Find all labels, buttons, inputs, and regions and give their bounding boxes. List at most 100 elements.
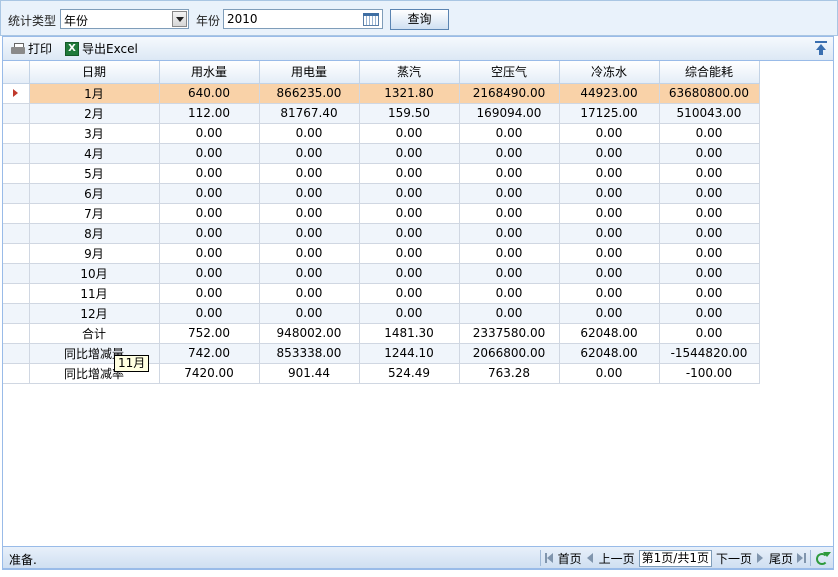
value-cell[interactable]: 0.00: [459, 223, 560, 244]
row-header[interactable]: [3, 183, 30, 204]
value-cell[interactable]: 0.00: [159, 283, 260, 304]
row-label-cell[interactable]: 10月: [29, 263, 160, 284]
value-cell[interactable]: 0.00: [559, 243, 660, 264]
value-cell[interactable]: 2168490.00: [459, 83, 560, 104]
first-page-link[interactable]: 首页: [558, 550, 582, 567]
value-cell[interactable]: 0.00: [359, 303, 460, 324]
value-cell[interactable]: 0.00: [159, 223, 260, 244]
value-cell[interactable]: 159.50: [359, 103, 460, 124]
value-cell[interactable]: 0.00: [559, 303, 660, 324]
value-cell[interactable]: 0.00: [459, 303, 560, 324]
value-cell[interactable]: 7420.00: [159, 363, 260, 384]
value-cell[interactable]: 0.00: [559, 183, 660, 204]
value-cell[interactable]: 0.00: [259, 263, 360, 284]
prev-page-icon[interactable]: [586, 553, 595, 563]
first-page-icon[interactable]: [544, 553, 554, 563]
value-cell[interactable]: 2337580.00: [459, 323, 560, 344]
row-header[interactable]: [3, 83, 30, 104]
prev-page-link[interactable]: 上一页: [599, 550, 635, 567]
value-cell[interactable]: 62048.00: [559, 323, 660, 344]
value-cell[interactable]: 0.00: [659, 163, 760, 184]
value-cell[interactable]: 1481.30: [359, 323, 460, 344]
row-header[interactable]: [3, 103, 30, 124]
value-cell[interactable]: 17125.00: [559, 103, 660, 124]
value-cell[interactable]: 0.00: [359, 223, 460, 244]
value-cell[interactable]: 0.00: [559, 263, 660, 284]
value-cell[interactable]: 0.00: [559, 163, 660, 184]
value-cell[interactable]: 44923.00: [559, 83, 660, 104]
value-cell[interactable]: 0.00: [659, 303, 760, 324]
row-label-cell[interactable]: 2月: [29, 103, 160, 124]
row-header[interactable]: [3, 303, 30, 324]
value-cell[interactable]: 0.00: [359, 123, 460, 144]
value-cell[interactable]: 763.28: [459, 363, 560, 384]
value-cell[interactable]: 0.00: [259, 303, 360, 324]
row-header[interactable]: [3, 323, 30, 344]
column-header[interactable]: 综合能耗: [659, 61, 760, 84]
value-cell[interactable]: 0.00: [659, 323, 760, 344]
value-cell[interactable]: 0.00: [459, 123, 560, 144]
value-cell[interactable]: 2066800.00: [459, 343, 560, 364]
value-cell[interactable]: 112.00: [159, 103, 260, 124]
value-cell[interactable]: 853338.00: [259, 343, 360, 364]
value-cell[interactable]: 0.00: [359, 203, 460, 224]
value-cell[interactable]: 752.00: [159, 323, 260, 344]
value-cell[interactable]: 0.00: [259, 203, 360, 224]
row-header[interactable]: [3, 203, 30, 224]
row-label-cell[interactable]: 8月: [29, 223, 160, 244]
row-label-cell[interactable]: 11月: [29, 283, 160, 304]
row-header[interactable]: [3, 223, 30, 244]
value-cell[interactable]: 0.00: [559, 123, 660, 144]
value-cell[interactable]: 948002.00: [259, 323, 360, 344]
table-row[interactable]: 1月 640.00 866235.00 1321.80 2168490.00 44923.…: [3, 83, 760, 104]
value-cell[interactable]: 0.00: [559, 203, 660, 224]
value-cell[interactable]: 0.00: [259, 283, 360, 304]
value-cell[interactable]: 0.00: [659, 283, 760, 304]
row-label-cell[interactable]: 7月: [29, 203, 160, 224]
value-cell[interactable]: 0.00: [359, 243, 460, 264]
collapse-up-icon[interactable]: [815, 41, 827, 55]
row-label-cell[interactable]: 5月: [29, 163, 160, 184]
table-row[interactable]: 10月 0.00 0.00 0.00 0.00 0.00 0.00: [3, 263, 760, 284]
row-label-cell[interactable]: 4月: [29, 143, 160, 164]
last-page-icon[interactable]: [797, 553, 806, 563]
value-cell[interactable]: 0.00: [359, 183, 460, 204]
export-excel-button[interactable]: X 导出Excel: [65, 41, 138, 57]
row-header[interactable]: [3, 163, 30, 184]
value-cell[interactable]: 1321.80: [359, 83, 460, 104]
value-cell[interactable]: 0.00: [159, 183, 260, 204]
value-cell[interactable]: 0.00: [459, 183, 560, 204]
value-cell[interactable]: 0.00: [259, 243, 360, 264]
row-label-cell[interactable]: 9月: [29, 243, 160, 264]
last-page-link[interactable]: 尾页: [769, 550, 793, 567]
calendar-icon[interactable]: [363, 13, 379, 26]
value-cell[interactable]: 0.00: [159, 123, 260, 144]
query-button[interactable]: 查询: [390, 9, 449, 30]
table-row[interactable]: 11月 0.00 0.00 0.00 0.00 0.00 0.00: [3, 283, 760, 304]
table-row[interactable]: 9月 0.00 0.00 0.00 0.00 0.00 0.00: [3, 243, 760, 264]
table-row[interactable]: 7月 0.00 0.00 0.00 0.00 0.00 0.00: [3, 203, 760, 224]
column-header[interactable]: 冷冻水: [559, 61, 660, 84]
value-cell[interactable]: 0.00: [359, 283, 460, 304]
value-cell[interactable]: 640.00: [159, 83, 260, 104]
value-cell[interactable]: 0.00: [559, 363, 660, 384]
row-label-cell[interactable]: 1月: [29, 83, 160, 104]
value-cell[interactable]: 0.00: [259, 143, 360, 164]
value-cell[interactable]: 0.00: [559, 283, 660, 304]
value-cell[interactable]: 0.00: [359, 143, 460, 164]
value-cell[interactable]: 0.00: [159, 263, 260, 284]
value-cell[interactable]: 0.00: [459, 263, 560, 284]
value-cell[interactable]: 0.00: [659, 123, 760, 144]
table-row[interactable]: 12月 0.00 0.00 0.00 0.00 0.00 0.00: [3, 303, 760, 324]
row-label-cell[interactable]: 合计: [29, 323, 160, 344]
value-cell[interactable]: 0.00: [559, 223, 660, 244]
print-button[interactable]: 打印: [11, 41, 52, 57]
value-cell[interactable]: 0.00: [659, 223, 760, 244]
table-row[interactable]: 8月 0.00 0.00 0.00 0.00 0.00 0.00: [3, 223, 760, 244]
value-cell[interactable]: 0.00: [559, 143, 660, 164]
value-cell[interactable]: 0.00: [459, 163, 560, 184]
column-header[interactable]: 蒸汽: [359, 61, 460, 84]
table-row[interactable]: 2月 112.00 81767.40 159.50 169094.00 17125.00 5…: [3, 103, 760, 124]
value-cell[interactable]: 742.00: [159, 343, 260, 364]
value-cell[interactable]: 169094.00: [459, 103, 560, 124]
